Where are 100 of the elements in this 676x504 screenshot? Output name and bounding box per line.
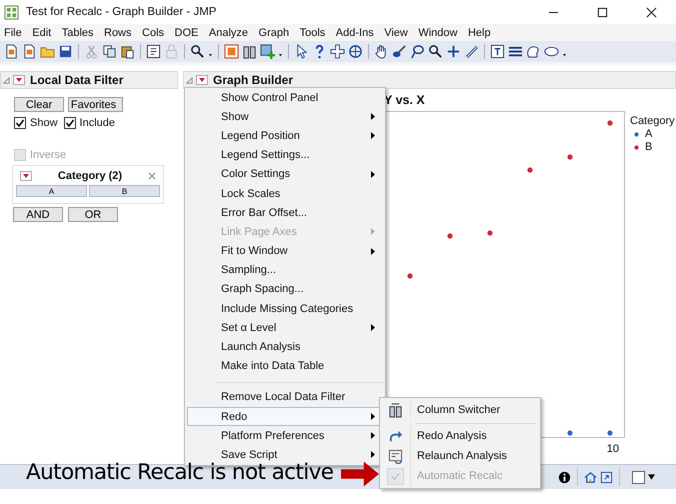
axis-tick-label: 10 [606,443,619,455]
close-icon[interactable] [646,6,657,18]
menu-item[interactable]: Relaunch Analysis [380,446,540,466]
brush-icon[interactable] [392,44,407,59]
save-icon[interactable] [58,44,73,59]
info-icon[interactable] [558,470,571,484]
menu-item[interactable]: View [384,26,408,38]
disclosure-icon[interactable] [3,76,10,84]
menu-item-label: Show Control Panel [221,92,320,104]
crosshair-icon[interactable] [330,44,345,59]
add-table-icon[interactable] [260,44,275,59]
menu-item[interactable]: Legend Position [187,126,383,146]
menu-item-label: Platform Preferences [221,430,326,442]
menu-item[interactable]: Help [468,26,491,38]
checkbox-label: Include [80,117,116,129]
text-box-icon[interactable] [490,44,505,59]
menu-item[interactable]: Show [187,107,383,126]
search-icon[interactable] [190,44,205,59]
relaunch-icon [388,448,402,464]
checkbox[interactable] [14,117,26,129]
chart-icon[interactable] [224,44,239,59]
maximize-icon[interactable] [597,6,608,18]
checkbox[interactable] [64,117,76,129]
menu-item[interactable]: Color Settings [187,164,383,184]
document-icon[interactable] [4,44,19,59]
copy-icon[interactable] [102,44,117,59]
menu-item[interactable]: Analyze [208,26,248,38]
menu-item-label: Graph Spacing... [221,283,305,296]
columns-icon[interactable] [242,44,257,59]
redo-icon [388,428,402,444]
menu-item-label: Sampling... [221,264,278,276]
menu-item[interactable]: Show Control Panel [187,88,383,108]
menu-item[interactable]: Graph [258,26,290,38]
columns-icon [388,402,402,418]
window-title: Test for Recalc - Graph Builder - JMP [26,6,216,18]
document-icon[interactable] [22,44,37,59]
menu-item[interactable]: Launch Analysis [187,337,383,357]
menu-item[interactable]: Tables [62,26,94,38]
menu-item-label: Launch Analysis [221,341,302,354]
caret-icon[interactable] [648,474,655,480]
menu-item[interactable]: Cols [142,26,164,38]
menu-item[interactable]: Window [418,26,458,38]
level-button[interactable]: A [16,185,87,197]
menu-item-label: Make into Data Table [221,360,326,372]
menu-item[interactable]: Add-Ins [336,26,374,38]
menu-item-label: Link Page Axes [221,226,298,238]
shape-icon[interactable] [526,44,541,59]
menu-item-label: Automatic Recalc [417,470,503,482]
menu-item[interactable]: Error Bar Offset... [187,203,383,222]
menu-item[interactable]: Redo Analysis [380,426,540,446]
menu-item-label: Legend Settings... [221,149,311,162]
or-button[interactable]: OR [68,207,118,222]
lines-icon[interactable] [508,44,523,59]
menu-item[interactable]: DOE [174,26,198,38]
menu-item[interactable]: Sampling... [187,260,383,280]
menu-item-label: Remove Local Data Filter [221,391,346,404]
checkbox[interactable] [632,470,645,484]
plus-icon[interactable] [446,44,461,59]
level-button[interactable]: B [89,185,160,197]
clipboard-icon[interactable] [120,44,135,59]
menu-item-label: Save Script [221,448,278,461]
menu-item[interactable]: Rows [104,26,132,38]
panel-title: Graph Builder [213,73,294,87]
menu-item[interactable]: Platform Preferences [187,426,383,446]
dropdown-menu-icon[interactable] [13,75,25,85]
menu-item[interactable]: Tools [300,26,326,38]
clear-button[interactable]: Clear [14,97,64,112]
target-icon[interactable] [348,44,363,59]
menu-item[interactable]: Column Switcher [380,400,540,420]
legend-title: Category [630,115,675,127]
menu-item[interactable]: Legend Settings... [187,146,383,165]
ruler-icon[interactable] [464,44,479,59]
legend-label: A [645,128,652,140]
menu-item[interactable]: Edit [32,26,52,38]
menu-item-label: Show [221,110,250,123]
zoom-icon[interactable] [428,44,443,59]
home-icon[interactable] [584,470,597,484]
dropdown-menu-icon[interactable] [196,75,208,85]
and-button[interactable]: AND [13,207,63,222]
menu-item-label: Redo Analysis [417,430,487,442]
disclosure-icon[interactable] [186,76,193,84]
checkbox-label: Inverse [30,149,66,161]
legend-label: B [645,141,652,153]
menu-item[interactable]: Graph Spacing... [187,280,383,300]
script-icon[interactable] [146,44,161,59]
favorites-dropdown[interactable]: Favorites [68,97,123,112]
dropdown-menu-icon[interactable] [20,171,32,181]
menu-item[interactable]: Fit to Window [187,242,383,261]
menu-item[interactable]: Set α Level [187,318,383,338]
menu-item[interactable]: Remove Local Data Filter [187,388,383,407]
menu-item[interactable]: Include Missing Categories [187,299,383,318]
menu-item[interactable]: Lock Scales [187,184,383,204]
filter-title: Category (2) [56,170,124,182]
menu-item-label: Fit to Window [221,245,289,258]
ellipse-icon[interactable] [544,44,559,59]
menu-item[interactable]: File [4,26,22,38]
menu-item-label: Column Switcher [417,404,500,416]
window-icon[interactable] [600,470,613,484]
menu-item[interactable]: Make into Data Table [187,356,383,376]
lasso-icon[interactable] [410,44,425,59]
